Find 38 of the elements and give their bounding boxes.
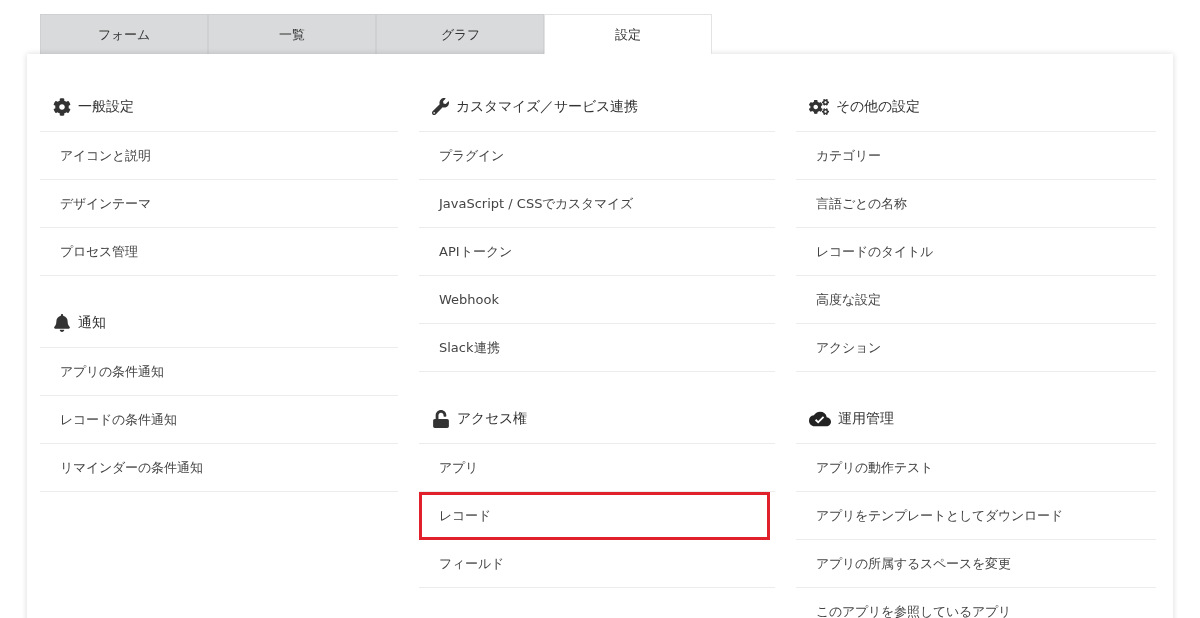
- settings-link[interactable]: アプリの条件通知: [40, 348, 398, 396]
- section-title: カスタマイズ／サービス連携: [456, 97, 638, 116]
- settings-link[interactable]: デザインテーマ: [40, 180, 398, 228]
- settings-link[interactable]: Slack連携: [419, 324, 775, 372]
- settings-link[interactable]: アクション: [796, 324, 1156, 372]
- section-title: その他の設定: [836, 97, 920, 116]
- settings-link[interactable]: アプリの動作テスト: [796, 444, 1156, 492]
- tab[interactable]: 一覧: [208, 14, 376, 54]
- tab[interactable]: 設定: [544, 14, 712, 54]
- section-title: 運用管理: [838, 409, 894, 428]
- tab[interactable]: フォーム: [40, 14, 208, 54]
- settings-link[interactable]: APIトークン: [419, 228, 775, 276]
- wrench-icon: [432, 98, 449, 115]
- settings-link[interactable]: JavaScript / CSSでカスタマイズ: [419, 180, 775, 228]
- section-title: 通知: [78, 313, 106, 332]
- unlocked-padlock-icon: [432, 409, 450, 428]
- settings-link[interactable]: プロセス管理: [40, 228, 398, 276]
- settings-link[interactable]: プラグイン: [419, 132, 775, 180]
- settings-link[interactable]: アプリをテンプレートとしてダウンロード: [796, 492, 1156, 540]
- settings-link[interactable]: このアプリを参照しているアプリ: [796, 588, 1156, 618]
- settings-link[interactable]: アプリ: [419, 444, 775, 492]
- tab[interactable]: グラフ: [376, 14, 544, 54]
- bell-icon: [53, 313, 71, 332]
- settings-link[interactable]: 言語ごとの名称: [796, 180, 1156, 228]
- settings-link[interactable]: レコードの条件通知: [40, 396, 398, 444]
- settings-link[interactable]: レコード: [419, 492, 770, 540]
- section-title: アクセス権: [457, 409, 527, 428]
- gear-icon: [53, 97, 71, 116]
- settings-link[interactable]: リマインダーの条件通知: [40, 444, 398, 492]
- settings-link[interactable]: アイコンと説明: [40, 132, 398, 180]
- settings-link[interactable]: フィールド: [419, 540, 775, 588]
- settings-link[interactable]: 高度な設定: [796, 276, 1156, 324]
- settings-link[interactable]: レコードのタイトル: [796, 228, 1156, 276]
- settings-link[interactable]: カテゴリー: [796, 132, 1156, 180]
- settings-link[interactable]: Webhook: [419, 276, 775, 324]
- gears-icon: [809, 96, 829, 117]
- section-title: 一般設定: [78, 97, 134, 116]
- settings-link[interactable]: アプリの所属するスペースを変更: [796, 540, 1156, 588]
